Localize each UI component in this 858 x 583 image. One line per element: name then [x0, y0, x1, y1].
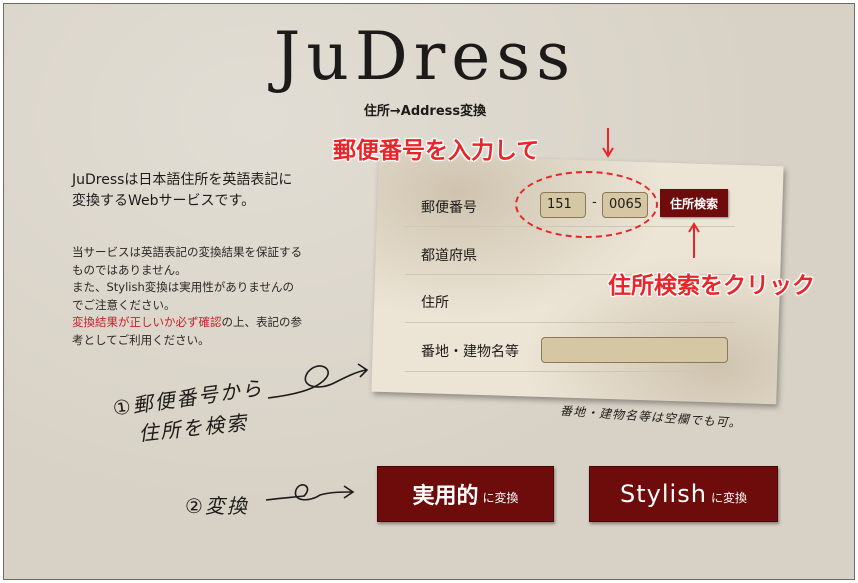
button-suffix-label: に変換 — [482, 490, 519, 505]
button-suffix-label: に変換 — [710, 490, 747, 505]
button-main-label: Stylish — [620, 480, 707, 508]
curly-arrow-icon — [267, 363, 369, 399]
stylish-convert-button[interactable]: Stylish に変換 — [589, 466, 778, 522]
callout-enter-postal: 郵便番号を入力して — [333, 138, 540, 164]
handwritten-step2: ②変換 — [185, 494, 249, 518]
callout-click-search: 住所検索をクリック — [608, 273, 815, 299]
arrow-up-icon — [688, 222, 700, 258]
curly-arrow-icon — [265, 484, 355, 501]
arrow-down-icon — [602, 128, 614, 158]
practical-convert-button[interactable]: 実用的 に変換 — [377, 466, 554, 522]
button-main-label: 実用的 — [412, 483, 479, 509]
